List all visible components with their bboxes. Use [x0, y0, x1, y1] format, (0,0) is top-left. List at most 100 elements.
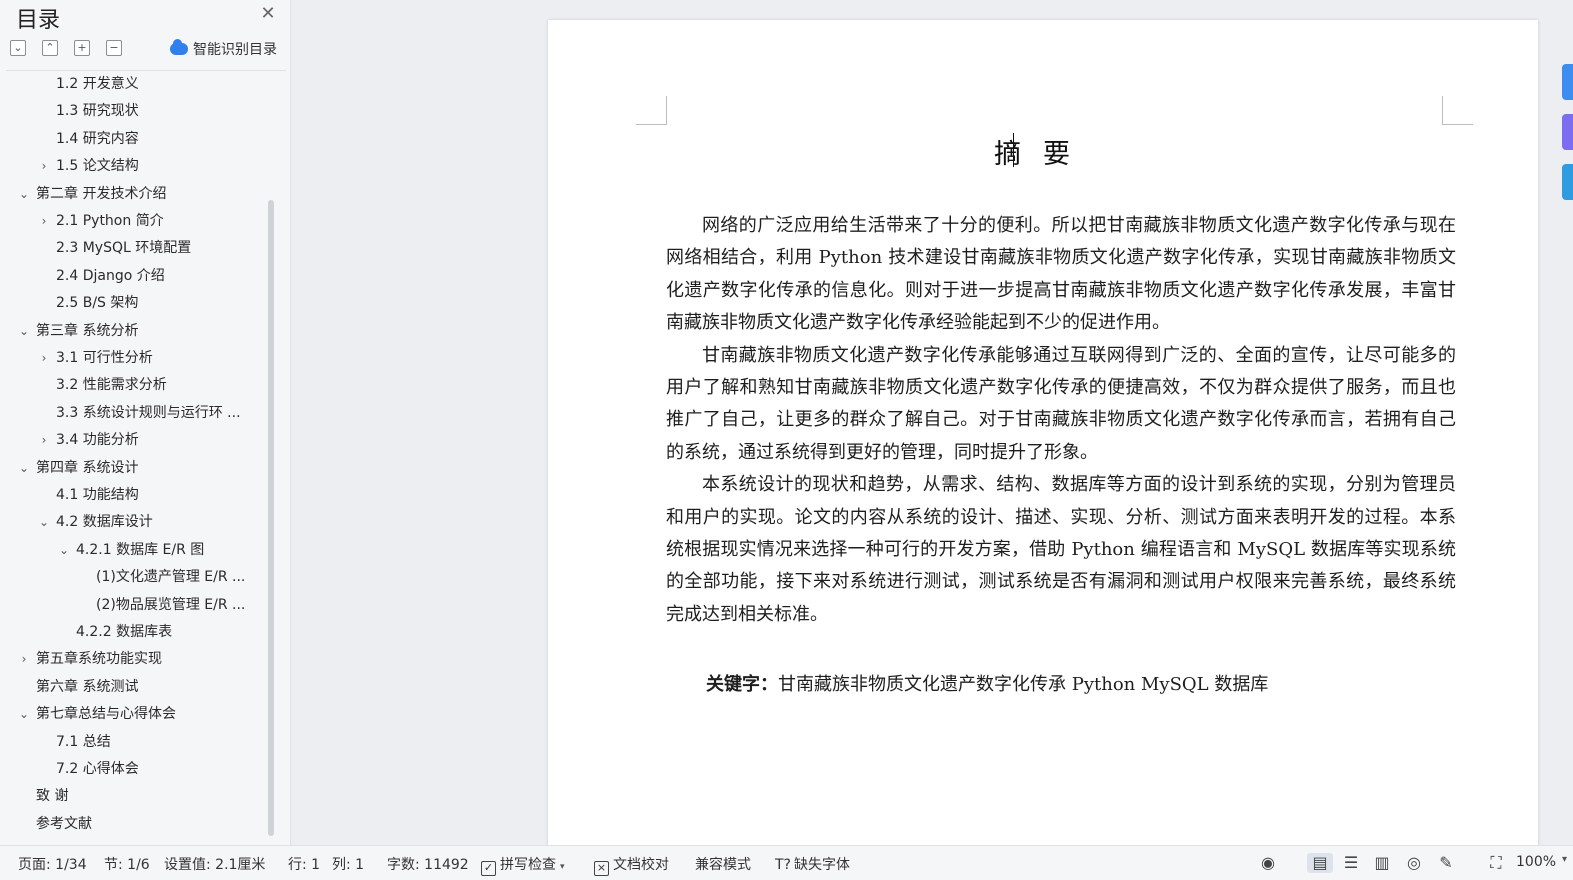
fit-screen-icon[interactable]: ⛶ — [1486, 853, 1506, 873]
toc-item-label: 4.2 数据库设计 — [56, 514, 153, 531]
toc-item[interactable]: 3.3 系统设计规则与运行环 ... — [0, 400, 268, 427]
chevron-right-icon[interactable]: › — [38, 345, 50, 372]
keywords-value: 甘南藏族非物质文化遗产数字化传承 Python MySQL 数据库 — [778, 674, 1269, 695]
side-tab-purple[interactable] — [1562, 114, 1573, 150]
chevron-down-icon[interactable]: ⌄ — [18, 181, 30, 208]
toc-item[interactable]: 7.1 总结 — [0, 729, 268, 756]
missing-font-button[interactable]: T? 缺失字体 — [775, 854, 850, 874]
word-count[interactable]: 字数: 11492 — [387, 854, 469, 874]
keywords-line: 关键字：甘南藏族非物质文化遗产数字化传承 Python MySQL 数据库 — [706, 670, 1466, 696]
eye-icon[interactable]: ◉ — [1258, 853, 1278, 873]
chevron-down-icon[interactable]: ⌄ — [18, 701, 30, 728]
chevron-right-icon[interactable]: › — [38, 427, 50, 454]
side-tab-cyan[interactable] — [1562, 164, 1573, 200]
expand-all-icon[interactable]: ⌄ — [10, 40, 26, 56]
read-mode-icon[interactable]: ▥ — [1372, 853, 1392, 873]
toc-item[interactable]: › 第五章系统功能实现 — [0, 646, 268, 673]
toc-item[interactable]: 第六章 系统测试 — [0, 674, 268, 701]
compat-mode-button[interactable]: 兼容模式 — [695, 854, 751, 874]
sidebar-title: 目录 — [16, 8, 61, 33]
toc-item[interactable]: › 1.5 论文结构 — [0, 153, 268, 180]
pen-icon[interactable]: ✎ — [1436, 853, 1456, 873]
toc-item-label: 7.2 心得体会 — [56, 761, 139, 777]
chevron-down-icon[interactable]: ⌄ — [38, 509, 50, 536]
toc-item-label: 4.2.2 数据库表 — [76, 624, 173, 640]
toc-item-label: 第四章 系统设计 — [36, 459, 139, 476]
abstract-body: 网络的广泛应用给生活带来了十分的便利。所以把甘南藏族非物质文化遗产数字化传承与现… — [666, 210, 1456, 631]
remove-heading-icon[interactable]: − — [106, 40, 122, 56]
abstract-paragraph: 网络的广泛应用给生活带来了十分的便利。所以把甘南藏族非物质文化遗产数字化传承与现… — [666, 215, 1456, 334]
margin-corner-top-right — [1442, 96, 1473, 125]
document-page[interactable]: 摘要 网络的广泛应用给生活带来了十分的便利。所以把甘南藏族非物质文化遗产数字化传… — [548, 20, 1538, 850]
toc-item[interactable]: 2.5 B/S 架构 — [0, 290, 268, 317]
toc-item[interactable]: 3.2 性能需求分析 — [0, 372, 268, 399]
toc-item[interactable]: 4.2.2 数据库表 — [0, 619, 268, 646]
toc-item-label: 第六章 系统测试 — [36, 678, 139, 695]
abstract-title: 摘要 — [994, 139, 1092, 170]
toc-item-label: 4.2.1 数据库 E/R 图 — [76, 541, 205, 558]
chevron-down-icon[interactable]: ⌄ — [18, 455, 30, 482]
toc-item[interactable]: ⌄ 4.2.1 数据库 E/R 图 — [0, 537, 268, 564]
toc-item-label: 1.5 论文结构 — [56, 158, 139, 175]
toc-item[interactable]: 4.1 功能结构 — [0, 482, 268, 509]
toc-item-label: 1.2 开发意义 — [56, 76, 139, 92]
toc-item[interactable]: 1.4 研究内容 — [0, 126, 268, 153]
check-icon: ✓ — [481, 861, 496, 876]
web-view-icon[interactable]: ◎ — [1404, 853, 1424, 873]
toc-item[interactable]: › 3.1 可行性分析 — [0, 345, 268, 372]
toc-item[interactable]: ⌄ 第四章 系统设计 — [0, 455, 268, 482]
chevron-right-icon[interactable]: › — [38, 208, 50, 235]
right-side-tabs — [1560, 0, 1573, 840]
page-indicator[interactable]: 页面: 1/34 — [18, 854, 87, 874]
toc-item[interactable]: 7.2 心得体会 — [0, 756, 268, 783]
side-tab-blue[interactable] — [1562, 64, 1573, 100]
toc-item[interactable]: ⌄ 4.2 数据库设计 — [0, 509, 268, 536]
toc-item-label: 3.4 功能分析 — [56, 432, 139, 449]
chevron-right-icon[interactable]: › — [38, 153, 50, 180]
toc-item[interactable]: › 2.1 Python 简介 — [0, 208, 268, 235]
section-indicator[interactable]: 节: 1/6 — [104, 854, 150, 874]
chevron-right-icon[interactable]: › — [18, 646, 30, 673]
toc-item-label: 第五章系统功能实现 — [36, 651, 162, 668]
toc-item[interactable]: (1)文化遗产管理 E/R ... — [0, 564, 268, 591]
toc-item-label: 第三章 系统分析 — [36, 322, 139, 339]
toc-item[interactable]: 致 谢 — [0, 783, 268, 810]
toc-item-label: (1)文化遗产管理 E/R ... — [96, 569, 246, 586]
zoom-level[interactable]: 100% — [1516, 854, 1556, 870]
toc-item[interactable]: (2)物品展览管理 E/R ... — [0, 592, 268, 619]
toc-item[interactable]: ⌄ 第三章 系统分析 — [0, 318, 268, 345]
chevron-down-icon[interactable]: ⌄ — [18, 318, 30, 345]
smart-toc-label: 智能识别目录 — [193, 42, 277, 58]
toc-item[interactable]: 1.2 开发意义 — [0, 71, 268, 98]
chevron-down-icon[interactable]: ▾ — [1562, 854, 1567, 865]
toc-item-label: 2.4 Django 介绍 — [56, 267, 165, 284]
chevron-down-icon[interactable]: ⌄ — [58, 537, 70, 564]
toc-item[interactable]: › 3.4 功能分析 — [0, 427, 268, 454]
column-indicator: 列: 1 — [332, 857, 365, 873]
font-warning-icon: T? — [775, 857, 791, 873]
toc-item-label: 1.3 研究现状 — [56, 103, 139, 120]
outline-view-icon[interactable]: ☰ — [1341, 853, 1361, 873]
page-view-icon[interactable]: ▤ — [1307, 853, 1333, 873]
toc-item[interactable]: 2.3 MySQL 环境配置 — [0, 235, 268, 262]
sidebar-scrollbar[interactable] — [268, 200, 274, 836]
text-cursor — [1013, 133, 1014, 167]
toc-item[interactable]: 1.3 研究现状 — [0, 98, 268, 125]
toc-item[interactable]: 2.4 Django 介绍 — [0, 263, 268, 290]
smart-toc-button[interactable]: 智能识别目录 — [170, 39, 277, 59]
spellcheck-button[interactable]: ✓ 拼写检查 ▾ — [481, 854, 565, 876]
toc-item[interactable]: ⌄ 第二章 开发技术介绍 — [0, 181, 268, 208]
setting-value[interactable]: 设置值: 2.1厘米 — [164, 854, 265, 874]
toc-item[interactable]: 参考文献 — [0, 811, 268, 838]
close-icon[interactable]: ✕ — [259, 5, 277, 23]
toc-item-label: 第二章 开发技术介绍 — [36, 185, 167, 202]
toc-item-label: 3.3 系统设计规则与运行环 ... — [56, 404, 241, 421]
chevron-down-icon: ▾ — [560, 862, 565, 872]
collapse-all-icon[interactable]: ⌃ — [42, 40, 58, 56]
toc-item[interactable]: ⌄ 第七章总结与心得体会 — [0, 701, 268, 728]
toc-item-label: 7.1 总结 — [56, 733, 111, 750]
toc-item-label: 致 谢 — [36, 788, 69, 805]
spellcheck-label: 拼写检查 — [500, 857, 556, 873]
add-heading-icon[interactable]: + — [74, 40, 90, 56]
proofread-button[interactable]: × 文档校对 — [594, 854, 669, 876]
